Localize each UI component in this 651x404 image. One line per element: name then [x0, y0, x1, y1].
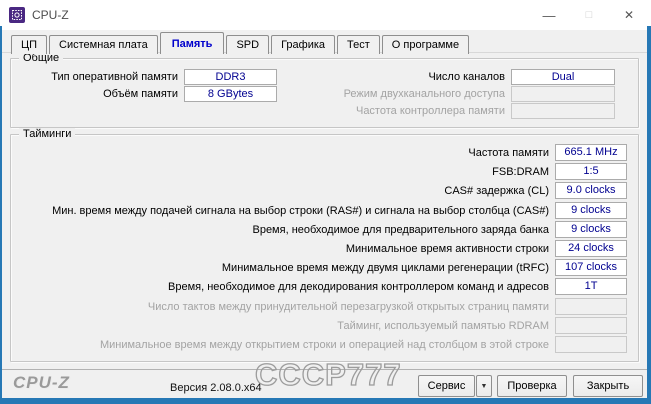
window-title: CPU-Z	[32, 8, 69, 22]
tab-bench-label: Тест	[347, 39, 370, 51]
maximize-icon[interactable]: □	[569, 0, 609, 30]
general-right-column: Число каналов Dual Режим двухканального …	[171, 68, 615, 119]
dram-frequency-value: 665.1 MHz	[555, 144, 627, 161]
memory-type-label: Тип оперативной памяти	[51, 70, 178, 83]
trfc-value: 107 clocks	[555, 259, 627, 276]
trfc-label: Минимальное время между двумя циклами ре…	[221, 261, 549, 274]
titlebar: CPU-Z — □ ✕	[0, 0, 651, 30]
trcd-label: Минимальное время между открытием строки…	[99, 338, 549, 351]
tab-graphics[interactable]: Графика	[271, 35, 336, 54]
tras-row: Минимальное время активности строки 24 c…	[19, 240, 627, 257]
dc-mode-row: Режим двухканального доступа	[171, 85, 615, 102]
fsb-dram-label: FSB:DRAM	[492, 165, 549, 178]
uncore-freq-row: Частота контроллера памяти	[171, 102, 615, 119]
tab-bar: ЦП Системная плата Память SPD Графика Те…	[11, 32, 471, 54]
close-icon[interactable]: ✕	[609, 0, 649, 30]
uncore-freq-value	[511, 102, 615, 119]
trcd-row: Минимальное время между открытием строки…	[19, 336, 627, 353]
row-refresh-label: Число тактов между принудительной переза…	[147, 300, 549, 313]
tab-bench[interactable]: Тест	[337, 35, 380, 54]
cas-latency-row: CAS# задержка (CL) 9.0 clocks	[19, 182, 627, 199]
rdram-timing-label: Тайминг, используемый памятью RDRAM	[337, 319, 549, 332]
tab-memory[interactable]: Память	[159, 32, 225, 54]
tras-value: 24 clocks	[555, 240, 627, 257]
minimize-icon[interactable]: —	[529, 0, 569, 30]
ras-precharge-row: Время, необходимое для предварительного …	[19, 221, 627, 238]
validate-button[interactable]: Проверка	[497, 375, 567, 397]
tab-memory-label: Память	[171, 37, 213, 50]
window-border-bottom	[0, 398, 651, 404]
channels-row: Число каналов Dual	[171, 68, 615, 85]
tab-about-label: О программе	[391, 39, 460, 51]
rdram-timing-row: Тайминг, используемый памятью RDRAM	[19, 317, 627, 334]
trfc-row: Минимальное время между двумя циклами ре…	[19, 259, 627, 276]
timings-group-title: Тайминги	[19, 128, 76, 141]
general-groupbox: Общие Тип оперативной памяти DDR3 Объём …	[10, 52, 639, 128]
close-button[interactable]: Закрыть	[573, 375, 643, 397]
uncore-freq-label: Частота контроллера памяти	[355, 104, 505, 117]
window-border-right	[647, 26, 651, 404]
command-rate-value: 1T	[555, 278, 627, 295]
window-controls: — □ ✕	[529, 0, 649, 30]
command-rate-label: Время, необходимое для декодирования кон…	[168, 280, 549, 293]
service-button[interactable]: Сервис	[418, 375, 475, 397]
cpuz-app-icon	[9, 7, 25, 23]
fsb-dram-row: FSB:DRAM 1:5	[19, 163, 627, 180]
tab-spd-label: SPD	[236, 39, 260, 51]
cas-latency-label: CAS# задержка (CL)	[444, 184, 549, 197]
tab-cpu[interactable]: ЦП	[11, 35, 48, 54]
command-rate-row: Время, необходимое для декодирования кон…	[19, 278, 627, 295]
ras-to-cas-row: Мин. время между подачей сигнала на выбо…	[19, 202, 627, 219]
dram-frequency-label: Частота памяти	[468, 146, 549, 159]
tab-spd[interactable]: SPD	[226, 35, 270, 54]
ras-precharge-value: 9 clocks	[555, 221, 627, 238]
cpuz-logo: CPU-Z	[13, 373, 70, 392]
service-dropdown-icon[interactable]: ▼	[476, 375, 492, 397]
ras-to-cas-value: 9 clocks	[555, 202, 627, 219]
tab-mainboard[interactable]: Системная плата	[49, 35, 158, 54]
tras-label: Минимальное время активности строки	[345, 242, 549, 255]
watermark-overlay: СССР777	[254, 356, 402, 392]
rdram-timing-value	[555, 317, 627, 334]
tab-graphics-label: Графика	[281, 39, 326, 51]
version-text: Версия 2.08.0.x64	[170, 382, 262, 394]
cas-latency-value: 9.0 clocks	[555, 182, 627, 199]
channels-value: Dual	[511, 68, 615, 85]
row-refresh-value	[555, 298, 627, 315]
dram-frequency-row: Частота памяти 665.1 MHz	[19, 144, 627, 161]
row-refresh-row: Число тактов между принудительной переза…	[19, 298, 627, 315]
timings-groupbox: Тайминги Частота памяти 665.1 MHz FSB:DR…	[10, 128, 639, 362]
dc-mode-label: Режим двухканального доступа	[343, 87, 505, 100]
ras-precharge-label: Время, необходимое для предварительного …	[252, 223, 549, 236]
fsb-dram-value: 1:5	[555, 163, 627, 180]
memory-size-label: Объём памяти	[103, 87, 178, 100]
cpuz-window: CPU-Z — □ ✕ ЦП Системная плата Память SP…	[0, 0, 651, 404]
tab-mainboard-label: Системная плата	[59, 39, 148, 51]
channels-label: Число каналов	[428, 70, 505, 83]
ras-to-cas-label: Мин. время между подачей сигнала на выбо…	[52, 204, 549, 217]
tab-cpu-label: ЦП	[21, 39, 38, 51]
tab-about[interactable]: О программе	[381, 35, 470, 54]
dc-mode-value	[511, 85, 615, 102]
trcd-value	[555, 336, 627, 353]
window-border-left	[0, 26, 2, 404]
